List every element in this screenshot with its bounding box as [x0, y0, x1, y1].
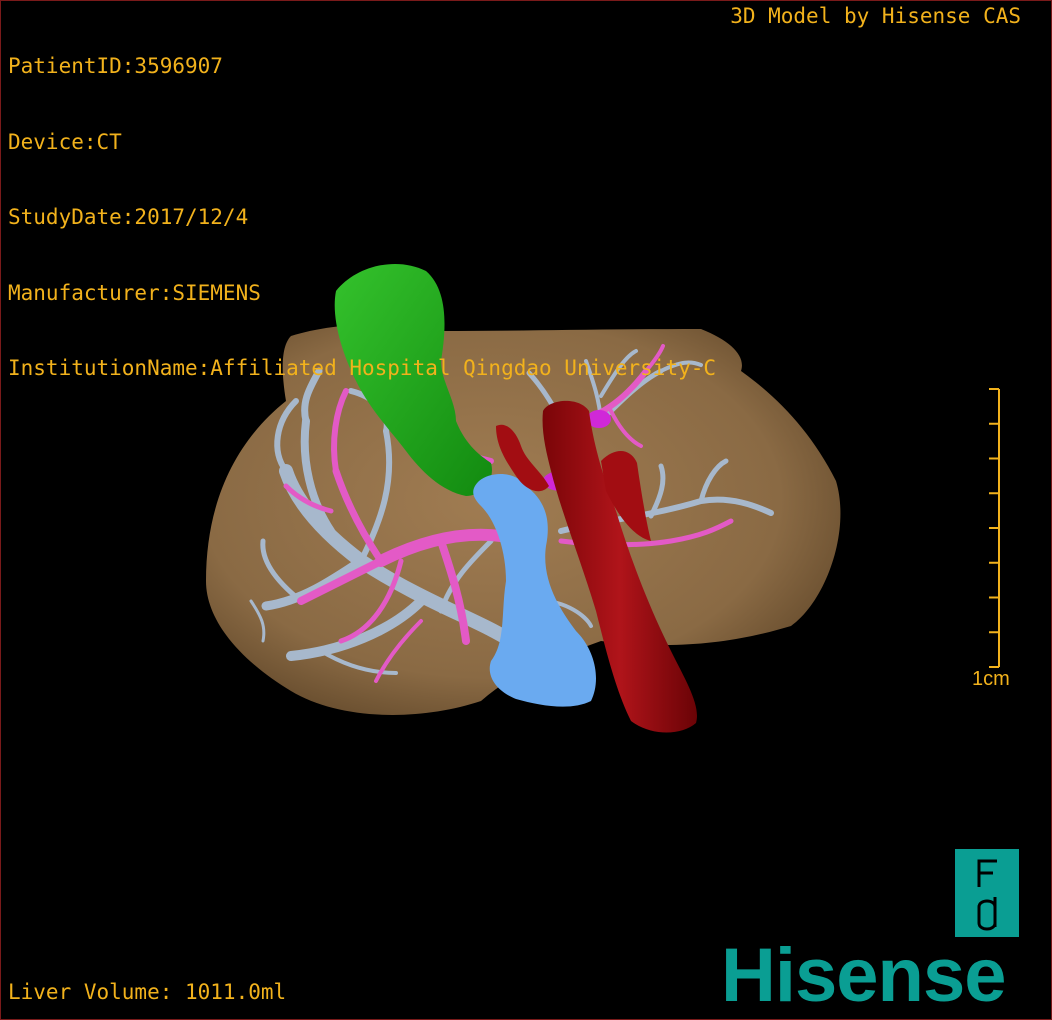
3d-viewport[interactable]: PatientID:3596907 Device:CT StudyDate:20… [0, 0, 1052, 1020]
study-date-label: StudyDate:2017/12/4 [8, 205, 249, 229]
scale-bar-label: 1cm [972, 668, 1010, 690]
manufacturer-label: Manufacturer:SIEMENS [8, 280, 261, 305]
model-credit-label: 3D Model by Hisense CAS [730, 4, 1021, 28]
liver-volume-label: Liver Volume: 1011.0ml [8, 980, 287, 1004]
patient-id-label: PatientID:3596907 [8, 54, 223, 78]
device-label: Device:CT [8, 129, 122, 154]
scale-bar [989, 388, 1000, 668]
study-info-overlay: PatientID:3596907 Device:CT StudyDate:20… [8, 4, 716, 432]
fd-logo-icon [955, 849, 1019, 937]
hisense-logo: Hisense [721, 933, 1006, 1018]
institution-label: InstitutionName:Affiliated Hospital Qing… [8, 356, 717, 380]
